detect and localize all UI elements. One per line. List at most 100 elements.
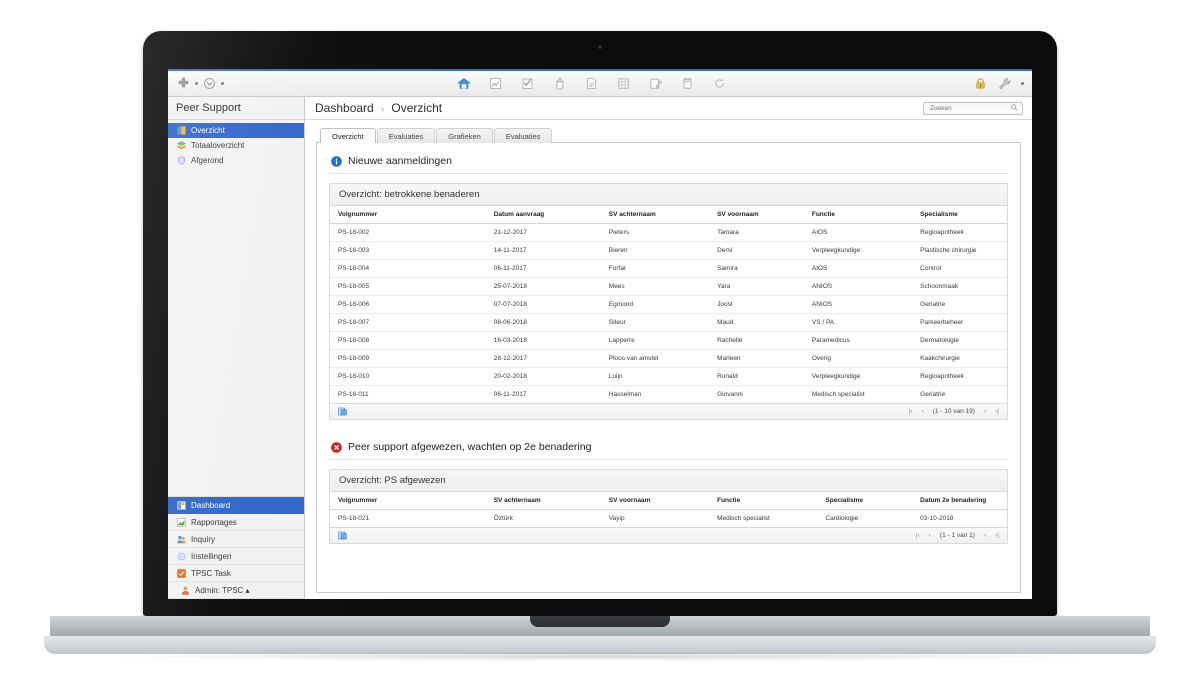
cell-volgnummer: PS-18-006 [330, 295, 486, 314]
search-input[interactable] [928, 103, 1008, 113]
pagination-last[interactable]: ›| [995, 408, 999, 415]
checklist-icon[interactable] [520, 76, 535, 91]
plus-dropdown-dot[interactable] [195, 82, 198, 85]
report-icon[interactable] [488, 76, 503, 91]
pagination-next[interactable]: › [984, 532, 986, 539]
edit-note-icon[interactable] [648, 76, 663, 91]
breadcrumb-bar: Dashboard › Overzicht [305, 97, 1032, 120]
cell-datum: 14-11-2017 [485, 241, 601, 260]
cell-functie: AIOS [803, 223, 913, 242]
sidebar-item-totaaloverzicht[interactable]: Totaaloverzicht [168, 138, 304, 153]
table-row[interactable]: PS-18-008 16-03-2018 Lapperre Rachelle Param… [330, 331, 1007, 350]
cell-functie: Verpleegkundige [803, 241, 913, 260]
cell-specialisme: Control [912, 259, 1007, 278]
toolbar-center-group [456, 76, 727, 91]
main-toolbar [168, 71, 1032, 97]
cell-specialisme: Geriatrie [920, 391, 946, 398]
column-header[interactable]: Datum 2e benadering [912, 492, 1007, 510]
column-header[interactable]: Functie [709, 492, 818, 510]
pagination-last[interactable]: ›| [995, 532, 999, 539]
grid-icon[interactable] [616, 76, 631, 91]
screenshot-stage: Peer Support Overzicht Totaaloverzicht A… [0, 0, 1200, 700]
column-header[interactable]: SV voornaam [709, 206, 804, 224]
breadcrumb-root[interactable]: Dashboard [315, 101, 374, 115]
sidebar-item-inquiry[interactable]: Inquiry [168, 531, 304, 548]
cell-specialisme: Plastische chirurgie [912, 241, 1007, 260]
pagination: |‹ ‹ (1 - 10 van 19) › ›| [909, 408, 999, 415]
sidebar-item-instellingen[interactable]: Instellingen [168, 548, 304, 565]
table-row[interactable]: PS-18-011 06-11-2017 Hasselman Giovanni Medi… [330, 386, 1007, 404]
tab-evaluaties-2[interactable]: Evaluaties [493, 128, 553, 143]
dashboard-icon [177, 500, 186, 510]
table-row[interactable]: PS-18-021 Öztürk Vayip Medisch specialis… [330, 510, 1007, 528]
sidebar-item-tpsc-task[interactable]: TPSC Task [168, 565, 304, 582]
column-header[interactable]: Functie [803, 206, 913, 224]
database-icon[interactable] [680, 76, 695, 91]
cell-achternaam: Siteur [600, 313, 710, 332]
pagination-first[interactable]: |‹ [916, 532, 920, 539]
plus-icon[interactable] [176, 76, 191, 91]
cell-functie: ANIOS [803, 277, 913, 296]
export-excel-icon[interactable] [338, 407, 347, 416]
pagination-next[interactable]: › [984, 408, 986, 415]
table-row[interactable]: PS-18-005 25-07-2018 Mees Yara ANIOS Schoonma… [330, 277, 1007, 296]
column-header[interactable]: SV achternaam [485, 492, 601, 510]
refresh-icon[interactable] [712, 76, 727, 91]
column-header[interactable]: Datum aanvraag [485, 206, 601, 224]
column-header[interactable]: Specialisme [817, 492, 913, 510]
table-row[interactable]: PS-18-003 14-11-2017 Bieren Demi Verpleegkun… [330, 241, 1007, 260]
section-title: Peer support afgewezen, wachten op 2e be… [348, 441, 592, 453]
column-header[interactable]: Volgnummer [330, 492, 486, 510]
sidebar-item-afgerond[interactable]: Afgerond [168, 153, 304, 168]
sidebar-item-rapportages[interactable]: Rapportages [168, 514, 304, 531]
sidebar-item-label: Overzicht [191, 126, 225, 135]
pagination-prev[interactable]: ‹ [922, 408, 924, 415]
tab-grafieken[interactable]: Grafieken [436, 128, 493, 143]
breadcrumb-current: Overzicht [391, 101, 443, 115]
cell-achternaam: Pieters [600, 223, 710, 242]
home-icon[interactable] [456, 76, 471, 91]
wrench-icon[interactable] [997, 76, 1012, 91]
settings-dropdown-dot[interactable] [1021, 82, 1024, 85]
hand-pointer-icon[interactable] [552, 76, 567, 91]
cell-voornaam: Giovanni [717, 391, 743, 398]
sidebar-item-dashboard[interactable]: Dashboard [168, 497, 304, 514]
column-header[interactable]: SV voornaam [600, 492, 710, 510]
sidebar-item-admin-tpsc[interactable]: Admin: TPSC ▴ [168, 582, 304, 599]
cell-specialisme: Dermatologie [912, 331, 1007, 350]
sidebar-item-label: Inquiry [191, 534, 216, 544]
search-icon[interactable] [1011, 103, 1018, 113]
column-header[interactable]: Volgnummer [330, 206, 486, 224]
card-betrokkene-benaderen: Overzicht: betrokkene benaderen Volgnumm… [329, 183, 1008, 420]
cell-voornaam: Marleen [709, 349, 804, 368]
table-row[interactable]: PS-18-002 21-12-2017 Pieters Tamara AIOS Regi… [330, 223, 1007, 242]
table-row[interactable]: PS-18-010 20-02-2018 Luijn Ronald Verpleegku… [330, 367, 1007, 386]
caret-dropdown-dot[interactable] [221, 82, 224, 85]
lock-warning-icon[interactable] [973, 76, 988, 91]
export-excel-icon[interactable] [338, 531, 347, 540]
table-row[interactable]: PS-18-009 28-12-2017 Ploos van amstel Marle… [330, 349, 1007, 368]
cell-volgnummer: PS-18-005 [330, 277, 486, 296]
pagination-prev[interactable]: ‹ [929, 532, 931, 539]
column-header[interactable]: SV achternaam [600, 206, 710, 224]
tab-overzicht[interactable]: Overzicht [320, 128, 376, 143]
sidebar-item-overzicht[interactable]: Overzicht [168, 123, 304, 138]
search-box[interactable] [923, 101, 1023, 115]
document-icon[interactable] [584, 76, 599, 91]
column-header[interactable]: Specialisme [912, 206, 1007, 224]
table-row[interactable]: PS-18-004 06-11-2017 Forfar Samira AIOS Contr… [330, 259, 1007, 278]
task-icon [177, 568, 186, 578]
table-header: Volgnummer SV achternaam SV voornaam Fun… [330, 492, 1007, 510]
error-icon [331, 441, 342, 453]
pagination-first[interactable]: |‹ [909, 408, 913, 415]
cell-functie: VS / PA [803, 313, 913, 332]
table-row[interactable]: PS-18-006 07-07-2018 Egmond Joost ANIOS Geria… [330, 295, 1007, 314]
cell-specialisme: Schoonmaak [912, 277, 1007, 296]
tab-evaluaties-1[interactable]: Evaluaties [376, 128, 436, 143]
cell-datum: 08-06-2018 [485, 313, 601, 332]
cell-specialisme: Kaakchirurgie [912, 349, 1007, 368]
cell-voornaam: Yara [709, 277, 804, 296]
dropdown-caret-icon[interactable] [202, 76, 217, 91]
table-row[interactable]: PS-18-007 08-06-2018 Siteur Maud VS / PA Park… [330, 313, 1007, 332]
sidebar-item-label: Admin: TPSC ▴ [195, 585, 250, 595]
